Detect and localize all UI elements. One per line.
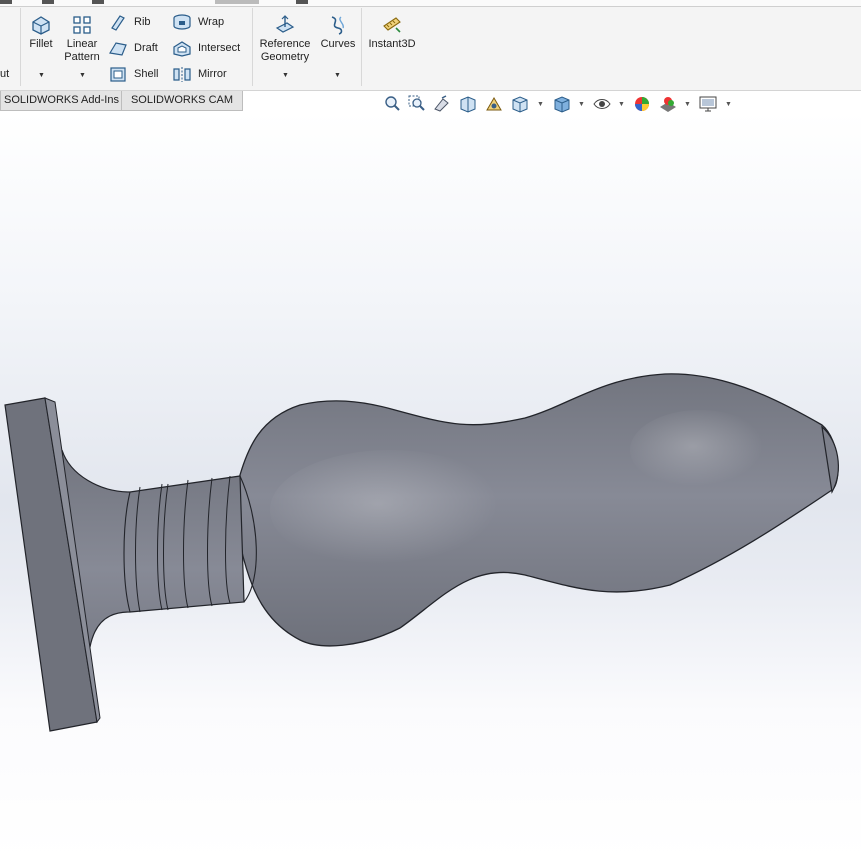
extruded-cut-button[interactable]: ut bbox=[0, 68, 9, 81]
display-style-icon[interactable] bbox=[552, 94, 572, 114]
linear-pattern-icon bbox=[73, 16, 91, 34]
ribbon-separator bbox=[20, 8, 21, 86]
body-highlight bbox=[630, 410, 770, 490]
rib-icon bbox=[111, 15, 125, 31]
shell-icon bbox=[110, 67, 126, 82]
apply-scene-chevron-down-icon[interactable]: ▼ bbox=[684, 101, 691, 108]
view-settings-icon[interactable] bbox=[698, 94, 718, 114]
graphics-area[interactable] bbox=[0, 112, 861, 861]
body-highlight bbox=[270, 450, 510, 570]
fillet-dropdown-chevron-icon[interactable]: ▼ bbox=[38, 72, 45, 79]
linear-pattern-dropdown-chevron-icon[interactable]: ▼ bbox=[79, 72, 86, 79]
tab-solidworks-add-ins[interactable]: SOLIDWORKS Add-Ins bbox=[0, 91, 123, 111]
command-manager-ribbon: ut Fillet ▼ Linear Pattern ▼ Rib Draft S… bbox=[0, 0, 861, 91]
view-settings-chevron-down-icon[interactable]: ▼ bbox=[725, 101, 732, 108]
reference-geometry-dropdown-chevron-icon[interactable]: ▼ bbox=[282, 72, 289, 79]
ribbon-separator bbox=[361, 8, 362, 86]
mirror-icon bbox=[173, 67, 191, 82]
zoom-to-area-icon[interactable] bbox=[407, 94, 427, 114]
wrap-icon bbox=[173, 14, 191, 30]
qa-active-tab[interactable] bbox=[215, 0, 259, 4]
fillet-icon bbox=[32, 16, 50, 35]
view-orientation-icon[interactable] bbox=[510, 94, 530, 114]
reference-geometry-icon bbox=[275, 15, 295, 33]
qa-icon-3[interactable] bbox=[92, 0, 104, 4]
qa-icon-1[interactable] bbox=[0, 0, 12, 4]
quick-access-strip bbox=[0, 0, 861, 7]
apply-scene-icon[interactable] bbox=[658, 94, 678, 114]
section-view-icon[interactable] bbox=[458, 94, 478, 114]
view-orientation-chevron-down-icon[interactable]: ▼ bbox=[537, 101, 544, 108]
intersect-icon bbox=[173, 41, 191, 57]
edit-appearance-icon[interactable] bbox=[632, 94, 652, 114]
part-model bbox=[4, 373, 839, 732]
qa-icon-4[interactable] bbox=[296, 0, 308, 4]
linear-pattern-button[interactable]: Linear Pattern bbox=[62, 14, 102, 64]
instant3d-icon bbox=[383, 17, 401, 33]
hide-show-items-icon[interactable] bbox=[592, 94, 612, 114]
tab-solidworks-cam[interactable]: SOLIDWORKS CAM bbox=[121, 91, 243, 111]
qa-icon-2[interactable] bbox=[42, 0, 54, 4]
zoom-to-fit-icon[interactable] bbox=[382, 94, 402, 114]
curves-icon bbox=[331, 16, 345, 35]
curves-dropdown-chevron-icon[interactable]: ▼ bbox=[334, 72, 341, 79]
draft-icon bbox=[109, 42, 127, 56]
previous-view-icon[interactable] bbox=[432, 94, 452, 114]
display-style-chevron-down-icon[interactable]: ▼ bbox=[578, 101, 585, 108]
instant3d-button[interactable]: Instant3D bbox=[366, 14, 418, 51]
dynamic-annotation-icon[interactable] bbox=[484, 94, 504, 114]
ribbon-separator bbox=[252, 8, 253, 86]
hide-show-chevron-down-icon[interactable]: ▼ bbox=[618, 101, 625, 108]
reference-geometry-button[interactable]: Reference Geometry bbox=[256, 14, 314, 64]
fillet-button[interactable]: Fillet bbox=[26, 14, 56, 51]
curves-button[interactable]: Curves bbox=[318, 14, 358, 51]
